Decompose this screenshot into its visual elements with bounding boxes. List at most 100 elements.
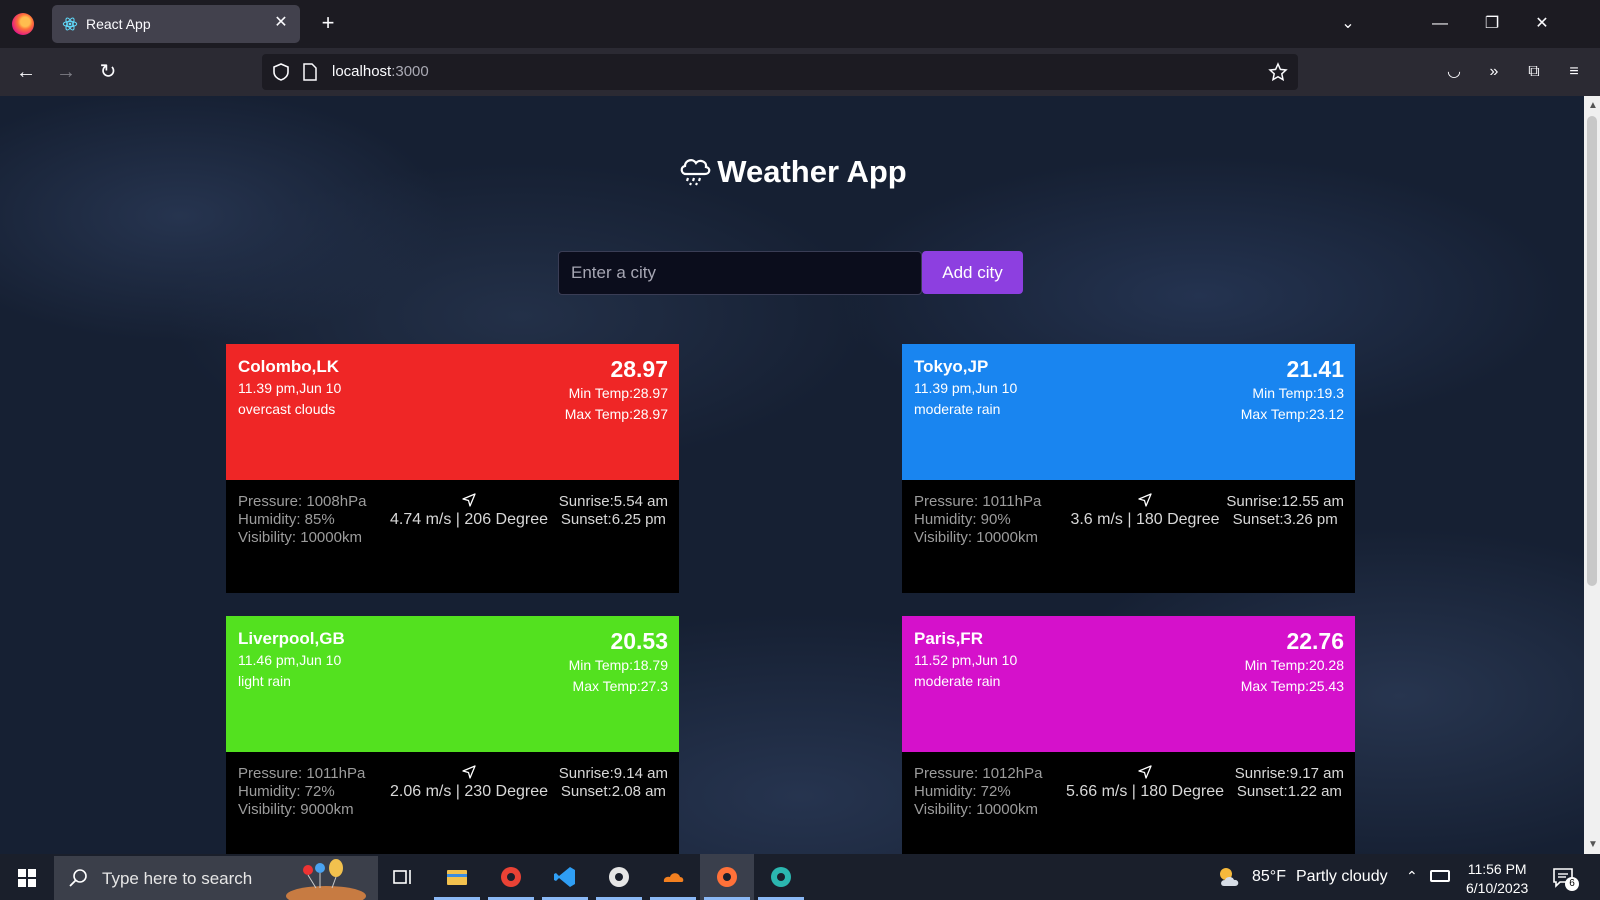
city-name: Colombo,LK — [238, 357, 340, 376]
taskbar-obs-button[interactable] — [592, 854, 646, 900]
windows-start-icon[interactable] — [18, 869, 36, 887]
forward-icon[interactable]: → — [52, 58, 80, 86]
partly-cloudy-icon[interactable] — [1216, 864, 1242, 890]
firefox-menu-icon[interactable] — [12, 13, 34, 35]
weather-description: moderate rain — [914, 401, 1001, 417]
scroll-up-icon[interactable]: ▲ — [1588, 100, 1598, 111]
wind: 3.6 m/s | 180 Degree — [1070, 511, 1220, 528]
taskbar-vscode-button[interactable] — [538, 854, 592, 900]
cloudflare-warp-icon — [663, 873, 684, 882]
scroll-thumb[interactable] — [1587, 116, 1597, 586]
wind-details: 2.06 m/s | 230 Degree — [384, 765, 554, 801]
more-tools-icon[interactable]: » — [1480, 58, 1508, 86]
wind-details: 4.74 m/s | 206 Degree — [384, 493, 554, 529]
list-all-tabs-icon[interactable]: ⌄ — [1336, 12, 1360, 36]
taskbar-task-view-button[interactable] — [376, 854, 430, 900]
minimize-icon[interactable]: — — [1428, 12, 1452, 36]
hamburger-menu-icon[interactable]: ≡ — [1560, 58, 1588, 86]
page-icon[interactable] — [302, 63, 318, 81]
max-temp: Max Temp:27.3 — [572, 678, 668, 694]
visibility: Visibility: 10000km — [238, 529, 362, 546]
card-header: Liverpool,GB 11.46 pm,Jun 10 light rain 20.… — [226, 616, 679, 752]
max-temp: Max Temp:23.12 — [1240, 406, 1344, 422]
visibility: Visibility: 10000km — [914, 529, 1038, 546]
sunrise: Sunrise:5.54 am — [558, 493, 668, 510]
add-city-button[interactable]: Add city — [922, 251, 1023, 294]
notification-count: 6 — [1565, 877, 1579, 891]
atmosphere-details: Pressure: 1008hPa Humidity: 85% Visibility… — [238, 493, 366, 547]
card-details: Pressure: 1011hPa Humidity: 72% Visibility… — [226, 752, 679, 854]
url-bar[interactable]: localhost:3000 — [262, 54, 1298, 90]
taskbar-edge-button[interactable] — [754, 854, 808, 900]
search-placeholder: Type here to search — [102, 869, 253, 888]
sunrise: Sunrise:9.17 am — [1234, 765, 1344, 782]
sunrise: Sunrise:9.14 am — [558, 765, 668, 782]
new-tab-button[interactable]: + — [314, 10, 342, 38]
wind-details: 5.66 m/s | 180 Degree — [1060, 765, 1230, 801]
humidity: Humidity: 72% — [914, 783, 1011, 800]
weather-card: Tokyo,JP 11.39 pm,Jun 10 moderate rain 21.4… — [902, 344, 1355, 593]
search-highlight-balloons-icon — [286, 859, 366, 900]
clock-time: 11:56 PM — [1467, 861, 1527, 877]
clock[interactable]: 11:56 PM 6/10/2023 — [1466, 860, 1528, 898]
app-title: Weather App — [0, 152, 1584, 190]
tab-title: React App — [86, 16, 151, 32]
weather-description: moderate rain — [914, 673, 1001, 689]
card-details: Pressure: 1008hPa Humidity: 85% Visibility… — [226, 480, 679, 593]
card-details: Pressure: 1012hPa Humidity: 72% Visibility… — [902, 752, 1355, 854]
local-time: 11.52 pm,Jun 10 — [914, 652, 1018, 668]
taskbar-firefox-button[interactable] — [700, 854, 754, 900]
card-header: Tokyo,JP 11.39 pm,Jun 10 moderate rain 21.4… — [902, 344, 1355, 480]
current-temp: 22.76 — [1286, 628, 1344, 654]
show-hidden-icons-icon[interactable]: ⌃ — [1406, 868, 1418, 885]
taskbar-cloudflare-warp-button[interactable] — [646, 854, 700, 900]
navigation-arrow-icon — [1138, 765, 1152, 779]
battery-icon[interactable] — [1430, 870, 1450, 882]
scroll-down-icon[interactable]: ▼ — [1588, 839, 1598, 850]
restore-icon[interactable]: ❐ — [1480, 12, 1504, 36]
weather-temp[interactable]: 85°F — [1252, 868, 1286, 886]
weather-card: Liverpool,GB 11.46 pm,Jun 10 light rain 20.… — [226, 616, 679, 854]
shield-icon[interactable] — [272, 63, 290, 81]
navigation-arrow-icon — [1138, 493, 1152, 507]
back-icon[interactable]: ← — [12, 58, 40, 86]
browser-nav-bar: ← → ↻ localhost:3000 ◡ » ⧉ ≡ — [0, 48, 1600, 96]
city-name: Tokyo,JP — [914, 357, 989, 376]
humidity: Humidity: 90% — [914, 511, 1011, 528]
tab-close-icon[interactable]: ✕ — [270, 12, 292, 34]
extensions-icon[interactable]: ⧉ — [1520, 58, 1548, 86]
weather-card: Paris,FR 11.52 pm,Jun 10 moderate rain 22.7… — [902, 616, 1355, 854]
weather-condition[interactable]: Partly cloudy — [1296, 868, 1388, 886]
url-text: localhost:3000 — [332, 63, 429, 80]
atmosphere-details: Pressure: 1011hPa Humidity: 72% Visibility… — [238, 765, 365, 819]
local-time: 11.39 pm,Jun 10 — [238, 380, 342, 396]
close-window-icon[interactable]: ✕ — [1530, 12, 1554, 36]
sun-times: Sunrise:9.17 am Sunset:1.22 am — [1235, 765, 1344, 801]
pressure: Pressure: 1012hPa — [914, 765, 1043, 782]
cloud-rain-icon — [680, 159, 711, 186]
taskbar-search[interactable]: Type here to search — [54, 856, 378, 900]
min-temp: Min Temp:20.28 — [1244, 657, 1344, 673]
browser-tab[interactable]: React App ✕ — [52, 5, 300, 43]
taskbar-chrome-button[interactable] — [484, 854, 538, 900]
local-time: 11.46 pm,Jun 10 — [238, 652, 342, 668]
sun-times: Sunrise:9.14 am Sunset:2.08 am — [559, 765, 668, 801]
sunset: Sunset:6.25 pm — [560, 511, 666, 528]
humidity: Humidity: 85% — [238, 511, 335, 528]
bookmark-star-icon[interactable] — [1268, 62, 1288, 82]
react-icon — [62, 17, 78, 31]
min-temp: Min Temp:18.79 — [568, 657, 668, 673]
current-temp: 21.41 — [1286, 356, 1344, 382]
pocket-icon[interactable]: ◡ — [1440, 58, 1468, 86]
file-explorer-icon — [447, 870, 467, 885]
city-name: Liverpool,GB — [238, 629, 345, 648]
sunrise: Sunrise:12.55 am — [1226, 493, 1344, 510]
reload-icon[interactable]: ↻ — [94, 58, 122, 86]
city-input[interactable] — [558, 251, 922, 295]
vertical-scrollbar[interactable]: ▲ ▼ — [1584, 96, 1600, 854]
current-temp: 28.97 — [610, 356, 668, 382]
taskbar-file-explorer-button[interactable] — [430, 854, 484, 900]
sunset: Sunset:1.22 am — [1236, 783, 1342, 800]
humidity: Humidity: 72% — [238, 783, 335, 800]
card-details: Pressure: 1011hPa Humidity: 90% Visibility… — [902, 480, 1355, 593]
